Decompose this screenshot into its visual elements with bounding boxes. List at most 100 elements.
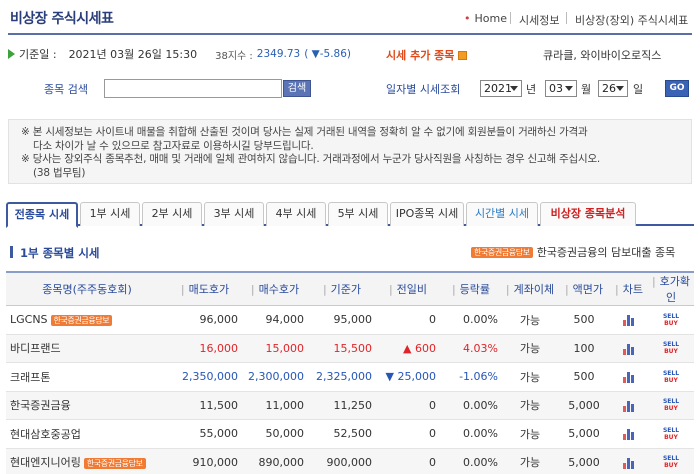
tab-all[interactable]: 전종목 시세: [6, 202, 78, 228]
par-value: 5,000: [558, 391, 610, 420]
quote-cell[interactable]: SELL BUY: [648, 448, 694, 474]
collateral-legend-text: 한국증권금융의 담보대출 종목: [536, 246, 676, 259]
price-diff: 600: [376, 334, 440, 363]
day-select[interactable]: 26: [598, 80, 628, 97]
table-row[interactable]: 현대삼호중공업 55,000 50,000 52,500 0 0.00% 가능 …: [6, 419, 694, 449]
search-input[interactable]: [104, 79, 282, 98]
table-row[interactable]: LGCNS 한국증권금융담보 96,000 94,000 95,000 0 0.0…: [6, 305, 694, 335]
base-price: 15,500: [308, 334, 376, 363]
search-label: 종목 검색: [44, 83, 88, 96]
change-rate: 0.00%: [440, 305, 502, 335]
chart-cell[interactable]: [610, 362, 648, 392]
bid-price: 50,000: [242, 419, 308, 449]
search-button[interactable]: 검색: [283, 80, 311, 97]
price-diff: 0: [376, 419, 440, 449]
transfer: 가능: [502, 391, 558, 420]
sell-buy-icon[interactable]: SELL BUY: [661, 427, 681, 441]
bullet-icon: •: [464, 12, 471, 25]
day-unit: 일: [633, 83, 644, 96]
transfer: 가능: [502, 362, 558, 392]
price-table: 종목명(주주동호회) | 매도호가 | 매수호가 | 기준가 | 전일비 | 등락률 | 계…: [6, 271, 694, 474]
price-diff: 0: [376, 305, 440, 335]
col-diff: | 전일비: [376, 271, 440, 306]
stock-name[interactable]: 한국증권금융: [6, 391, 168, 420]
bar-chart-icon[interactable]: [622, 371, 636, 384]
ask-price: 55,000: [168, 419, 242, 449]
base-date: 2021년 03월 26일 15:30: [68, 48, 198, 61]
table-row[interactable]: 크래프톤 2,350,000 2,300,000 2,325,000 25,00…: [6, 362, 694, 392]
quote-cell[interactable]: SELL BUY: [648, 391, 694, 420]
sell-buy-icon[interactable]: SELL BUY: [661, 398, 681, 412]
bid-price: 11,000: [242, 391, 308, 420]
chart-cell[interactable]: [610, 391, 648, 420]
col-base: | 기준가: [308, 271, 376, 306]
ask-price: 2,350,000: [168, 362, 242, 392]
chart-cell[interactable]: [610, 448, 648, 474]
table-row[interactable]: 한국증권금융 11,500 11,000 11,250 0 0.00% 가능 5…: [6, 391, 694, 420]
stock-name[interactable]: 현대엔지니어링 한국증권금융담보: [6, 448, 168, 474]
bar-chart-icon[interactable]: [622, 314, 636, 327]
stock-name[interactable]: 현대삼호중공업: [6, 419, 168, 449]
notice-line: ※ 본 시세정보는 사이트내 매물을 취합해 산출된 것이며 당사는 실제 거래…: [21, 126, 588, 138]
year-select[interactable]: 2021: [480, 80, 522, 97]
table-row[interactable]: 바디프랜드 16,000 15,000 15,500 600 4.03% 가능 …: [6, 334, 694, 363]
sell-buy-icon[interactable]: SELL BUY: [661, 341, 681, 355]
month-select[interactable]: 03: [545, 80, 577, 97]
sell-buy-icon[interactable]: SELL BUY: [661, 370, 681, 384]
add-stock-label[interactable]: 시세 추가 종목: [386, 47, 454, 63]
sell-buy-icon[interactable]: SELL BUY: [661, 455, 681, 469]
chart-cell[interactable]: [610, 334, 648, 363]
market-tabs: 전종목 시세 1부 시세 2부 시세 3부 시세 4부 시세 5부 시세 IPO…: [6, 202, 694, 228]
base-price: 52,500: [308, 419, 376, 449]
go-button[interactable]: GO: [665, 80, 689, 97]
tab-tier5[interactable]: 5부 시세: [328, 202, 388, 226]
quote-cell[interactable]: SELL BUY: [648, 305, 694, 335]
stock-name[interactable]: LGCNS 한국증권금융담보: [6, 305, 168, 335]
index-label: 38지수 :: [215, 50, 253, 62]
bid-price: 15,000: [242, 334, 308, 363]
sell-buy-icon[interactable]: SELL BUY: [661, 313, 681, 327]
added-companies[interactable]: 큐라클, 와이바이오로직스: [543, 47, 661, 63]
tab-ipo[interactable]: IPO종목 시세: [390, 202, 464, 226]
price-diff: 25,000: [376, 362, 440, 392]
tab-tier2[interactable]: 2부 시세: [142, 202, 202, 226]
tab-tier1[interactable]: 1부 시세: [80, 202, 140, 226]
breadcrumb-price-info[interactable]: 시세정보: [519, 12, 559, 28]
add-stock-link[interactable]: 시세 추가 종목: [386, 47, 468, 63]
page-title: 비상장 주식시세표: [10, 11, 114, 27]
breadcrumb-home[interactable]: • Home: [464, 12, 507, 25]
chart-cell[interactable]: [610, 419, 648, 449]
quote-cell[interactable]: SELL BUY: [648, 362, 694, 392]
tab-tier3[interactable]: 3부 시세: [204, 202, 264, 226]
quote-cell[interactable]: SELL BUY: [648, 334, 694, 363]
ask-price: 11,500: [168, 391, 242, 420]
bar-chart-icon[interactable]: [622, 343, 636, 355]
stock-name[interactable]: 크래프톤: [6, 362, 168, 392]
tab-hourly[interactable]: 시간별 시세: [466, 202, 538, 226]
new-icon: [458, 50, 468, 60]
table-row[interactable]: 현대엔지니어링 한국증권금융담보 910,000 890,000 900,000 …: [6, 448, 694, 474]
tab-tier4[interactable]: 4부 시세: [266, 202, 326, 226]
notice-box: ※ 본 시세정보는 사이트내 매물을 취합해 산출된 것이며 당사는 실제 거래…: [8, 119, 692, 184]
base-date-label: 기준일 :: [19, 48, 57, 61]
col-quote: | 호가확인: [648, 271, 694, 306]
bar-chart-icon[interactable]: [622, 457, 636, 469]
chart-cell[interactable]: [610, 305, 648, 335]
bar-chart-icon[interactable]: [622, 428, 636, 441]
bar-chart-icon[interactable]: [622, 400, 636, 412]
stock-name[interactable]: 바디프랜드: [6, 334, 168, 363]
year-unit: 년: [526, 83, 537, 96]
breadcrumb-home-label[interactable]: Home: [475, 12, 507, 25]
bid-price: 94,000: [242, 305, 308, 335]
breadcrumb-divider: [566, 12, 567, 24]
month-unit: 월: [581, 83, 592, 96]
breadcrumb-otc[interactable]: 비상장(장외) 주식시세표: [575, 12, 688, 28]
base-price: 95,000: [308, 305, 376, 335]
tab-analysis[interactable]: 비상장 종목분석: [540, 202, 636, 226]
transfer: 가능: [502, 419, 558, 449]
section-title: 1부 종목별 시세: [20, 246, 100, 260]
index-change: ( ▼-5.86): [304, 48, 351, 60]
quote-cell[interactable]: SELL BUY: [648, 419, 694, 449]
par-value: 500: [558, 362, 610, 392]
col-bid: | 매수호가: [242, 271, 308, 306]
